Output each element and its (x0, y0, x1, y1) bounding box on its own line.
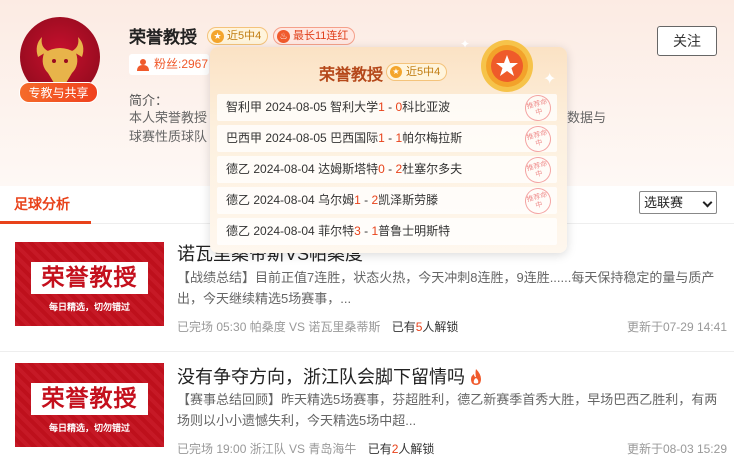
match-home-team: 巴西国际 (330, 131, 379, 145)
flame-icon: ♨ (277, 30, 290, 43)
expert-name: 荣誉教授 (129, 28, 197, 47)
match-score-separator: - (360, 193, 372, 207)
article-meta: 已完场 05:30 帕桑度 VS 诺瓦里桑蒂斯 已有5人解锁 (177, 318, 458, 335)
match-result-row: 智利甲 2024-08-05 智利大学1 - 0科比亚波 推荐命中 (217, 92, 557, 124)
match-score-separator: - (384, 131, 396, 145)
match-date: 2024-08-04 (253, 193, 319, 207)
match-away-team: 杜塞尔多夫 (402, 162, 463, 176)
match-date: 2024-08-04 (253, 162, 319, 176)
fans-label: 粉丝:2967 (154, 57, 209, 71)
record-popup: ✦ ✦ 荣誉教授 ★ 近5中4 智利甲 2024-08-05 智利大学1 - 0科… (210, 37, 567, 253)
match-score-separator: - (384, 100, 396, 114)
recent-record-badge: ★ 近5中4 (207, 27, 269, 45)
match-date: 2024-08-04 (253, 224, 319, 238)
match-date: 2024-08-05 (265, 100, 331, 114)
sparkle-icon: ✦ (460, 37, 471, 51)
hit-stamp-icon: 推荐命中 (522, 92, 554, 124)
article-title[interactable]: 没有争夺方向，浙江队会脚下留情吗 (177, 363, 483, 389)
tab-football-analysis[interactable]: 足球分析 (14, 194, 70, 214)
match-result-row: 德乙 2024-08-04 达姆斯塔特0 - 2杜塞尔多夫 推荐命中 (217, 154, 557, 186)
match-home-score: 0 (378, 162, 385, 176)
match-home-score: 1 (378, 131, 385, 145)
thumbnail-subtitle: 每日精选，切勿错过 (48, 302, 130, 312)
match-league: 智利甲 (226, 100, 266, 114)
match-score-separator: - (384, 162, 396, 176)
article-update-time: 更新于07-29 14:41 (626, 320, 727, 334)
league-select[interactable]: 选联赛 (639, 191, 717, 214)
match-info: 已完场 19:00 浙江队 VS 青岛海牛 (177, 442, 357, 456)
match-away-team: 普鲁士明斯特 (378, 224, 451, 238)
article-update-time: 更新于08-03 15:29 (626, 442, 727, 456)
hit-stamp-icon: 推荐命中 (522, 185, 554, 217)
article-thumbnail[interactable]: 荣誉教授 每日精选，切勿错过 (15, 242, 164, 326)
match-home-team: 达姆斯塔特 (318, 162, 379, 176)
popup-record-badge: ★ 近5中4 (386, 63, 448, 81)
match-home-team: 菲尔特 (318, 224, 355, 238)
sparkle-icon: ✦ (543, 71, 557, 88)
thumbnail-title: 荣誉教授 (31, 262, 148, 294)
fire-icon (471, 369, 481, 385)
star-icon: ★ (211, 30, 224, 43)
fans-count: 粉丝:2967 (129, 54, 209, 75)
league-select-value: 选联赛 (644, 195, 684, 210)
article-meta: 已完场 19:00 浙江队 VS 青岛海牛 已有2人解锁 (177, 440, 434, 457)
match-home-score: 1 (354, 193, 361, 207)
match-result-row: 巴西甲 2024-08-05 巴西国际1 - 1帕尔梅拉斯 推荐命中 (217, 123, 557, 155)
match-info: 已完场 05:30 帕桑度 VS 诺瓦里桑蒂斯 (177, 320, 381, 334)
match-league: 德乙 (226, 162, 254, 176)
user-icon (137, 59, 149, 71)
intro-label: 简介： (129, 93, 169, 108)
match-result-row: 德乙 2024-08-04 菲尔特3 - 1普鲁士明斯特 (217, 218, 557, 245)
match-result-row: 德乙 2024-08-04 乌尔姆1 - 2凯泽斯劳滕 推荐命中 (217, 185, 557, 217)
match-away-team: 科比亚波 (402, 100, 451, 114)
match-home-score: 3 (354, 224, 361, 238)
match-home-team: 乌尔姆 (318, 193, 355, 207)
article-thumbnail[interactable]: 荣誉教授 每日精选，切勿错过 (15, 363, 164, 447)
article-summary: 【战绩总结】目前正值7连胜，状态火热，今天冲刺8连胜，9连胜......每天保持… (177, 270, 715, 306)
popup-expert-name: 荣誉教授 (319, 67, 384, 84)
thumbnail-title: 荣誉教授 (31, 383, 148, 415)
avatar-badge: 专教与共享 (19, 82, 98, 103)
chevron-down-icon (702, 197, 713, 208)
match-league: 德乙 (226, 193, 254, 207)
match-league: 巴西甲 (226, 131, 266, 145)
hit-stamp-icon: 推荐命中 (522, 154, 554, 186)
match-league: 德乙 (226, 224, 254, 238)
match-away-team: 帕尔梅拉斯 (402, 131, 463, 145)
streak-badge: ♨ 最长11连红 (273, 27, 356, 45)
match-date: 2024-08-05 (265, 131, 331, 145)
match-home-score: 1 (378, 100, 385, 114)
recent-record-label: 近5中4 (227, 30, 262, 42)
tab-active-indicator (0, 221, 91, 224)
article-summary: 【赛事总结回顾】昨天精选5场赛事，芬超胜利，德乙新赛季首秀大胜，早场巴西乙胜利，… (177, 392, 718, 428)
unlock-count: 已有5人解锁 (391, 320, 459, 334)
medal-icon (481, 40, 533, 92)
streak-label: 最长11连红 (293, 30, 349, 42)
article-item[interactable]: 荣誉教授 每日精选，切勿错过 没有争夺方向，浙江队会脚下留情吗 【赛事总结回顾】… (0, 351, 734, 459)
match-away-team: 凯泽斯劳滕 (378, 193, 439, 207)
thumbnail-subtitle: 每日精选，切勿错过 (48, 423, 130, 433)
match-score-separator: - (360, 224, 372, 238)
follow-button[interactable]: 关注 (657, 26, 717, 56)
unlock-count: 已有2人解锁 (367, 442, 435, 456)
star-icon: ★ (390, 66, 402, 78)
hit-stamp-icon: 推荐命中 (522, 123, 554, 155)
intro-text-right: 数据与 (567, 110, 607, 125)
match-home-team: 智利大学 (330, 100, 379, 114)
